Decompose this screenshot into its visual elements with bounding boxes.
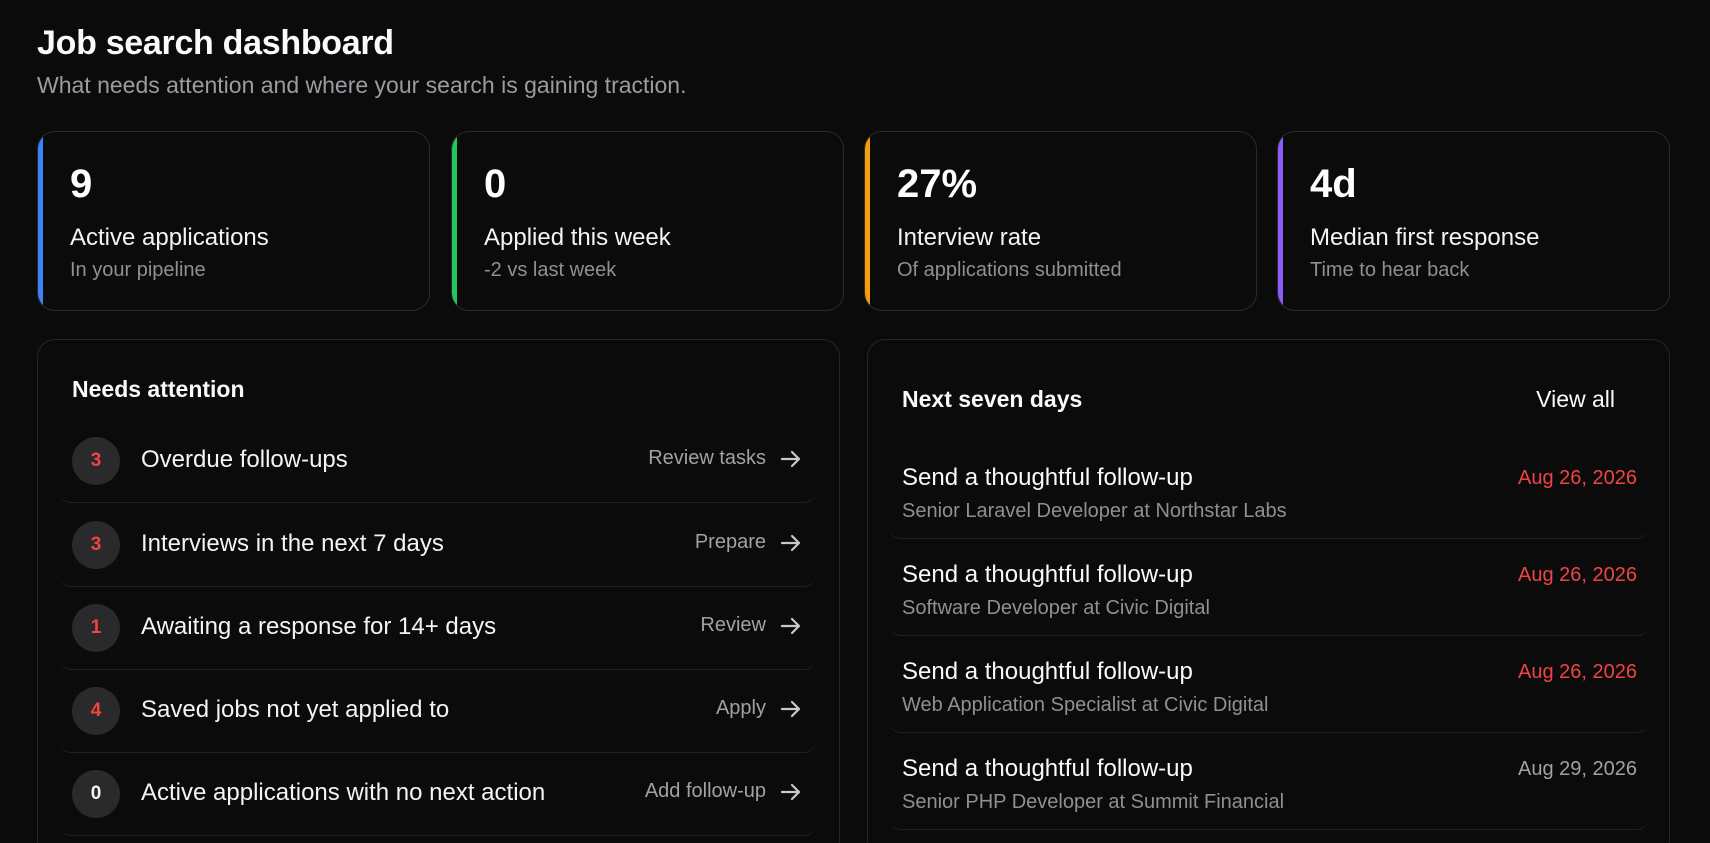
stat-card-active-applications: 9 Active applications In your pipeline bbox=[37, 131, 430, 311]
stat-label: Median first response bbox=[1310, 224, 1540, 251]
attention-item-saved-jobs[interactable]: 4 Saved jobs not yet applied to Apply bbox=[59, 670, 816, 753]
action-label: Add follow-up bbox=[644, 780, 766, 802]
apply-link[interactable]: Apply bbox=[716, 697, 802, 720]
task-title: Send a thoughtful follow-up bbox=[902, 755, 1193, 782]
attention-item-overdue-follow-ups[interactable]: 3 Overdue follow-ups Review tasks bbox=[59, 420, 816, 503]
page-subtitle: What needs attention and where your sear… bbox=[37, 72, 687, 98]
stat-subtext: Time to hear back bbox=[1310, 259, 1470, 281]
stat-value: 27% bbox=[897, 162, 978, 206]
stat-card-applied-this-week: 0 Applied this week -2 vs last week bbox=[451, 131, 844, 311]
page-title: Job search dashboard bbox=[37, 24, 394, 62]
attention-item-label: Active applications with no next action bbox=[141, 779, 546, 806]
attention-item-label: Interviews in the next 7 days bbox=[141, 530, 444, 557]
task-item[interactable]: Send a thoughtful follow-up Web Applicat… bbox=[889, 636, 1649, 733]
count-badge: 3 bbox=[72, 521, 120, 569]
arrow-right-icon bbox=[780, 700, 801, 717]
next-seven-days-panel: Next seven days View all Send a thoughtf… bbox=[867, 339, 1670, 843]
task-title: Send a thoughtful follow-up bbox=[902, 464, 1193, 491]
action-label: Apply bbox=[715, 697, 766, 719]
panel-heading: Next seven days bbox=[902, 386, 1083, 412]
task-subtitle: Web Application Specialist at Civic Digi… bbox=[902, 694, 1269, 716]
action-label: Review bbox=[700, 614, 766, 636]
task-item[interactable]: Send a thoughtful follow-up Senior Larav… bbox=[889, 442, 1649, 539]
stat-value: 0 bbox=[484, 162, 507, 206]
task-subtitle: Software Developer at Civic Digital bbox=[902, 597, 1210, 619]
stat-accent-bar bbox=[38, 132, 43, 310]
task-title: Send a thoughtful follow-up bbox=[902, 561, 1193, 588]
arrow-right-icon bbox=[780, 450, 801, 467]
arrow-right-icon bbox=[780, 783, 801, 800]
attention-item-interviews[interactable]: 3 Interviews in the next 7 days Prepare bbox=[59, 504, 816, 587]
add-follow-up-link[interactable]: Add follow-up bbox=[645, 780, 802, 803]
task-item[interactable]: Send a thoughtful follow-up Software Dev… bbox=[889, 539, 1649, 636]
count-badge: 4 bbox=[72, 687, 120, 735]
stat-subtext: Of applications submitted bbox=[897, 259, 1122, 281]
arrow-right-icon bbox=[780, 617, 801, 634]
stat-accent-bar bbox=[452, 132, 457, 310]
view-all-link[interactable]: View all bbox=[1536, 386, 1615, 413]
stat-card-interview-rate: 27% Interview rate Of applications submi… bbox=[864, 131, 1257, 311]
panel-heading: Needs attention bbox=[72, 376, 245, 402]
task-due-date: Aug 26, 2026 bbox=[1518, 467, 1637, 489]
arrow-right-icon bbox=[780, 534, 801, 551]
stat-accent-bar bbox=[865, 132, 870, 310]
stat-card-median-first-response: 4d Median first response Time to hear ba… bbox=[1277, 131, 1670, 311]
needs-attention-panel: Needs attention 3 Overdue follow-ups Rev… bbox=[37, 339, 840, 843]
attention-item-label: Awaiting a response for 14+ days bbox=[141, 613, 497, 640]
stat-value: 9 bbox=[70, 162, 93, 206]
task-due-date: Aug 26, 2026 bbox=[1518, 661, 1637, 683]
stat-label: Active applications bbox=[70, 224, 269, 251]
count-badge: 0 bbox=[72, 770, 120, 818]
stat-accent-bar bbox=[1278, 132, 1283, 310]
stat-label: Applied this week bbox=[484, 224, 671, 251]
stat-label: Interview rate bbox=[897, 224, 1042, 251]
action-label: Review tasks bbox=[648, 447, 766, 469]
attention-item-awaiting-response[interactable]: 1 Awaiting a response for 14+ days Revie… bbox=[59, 587, 816, 670]
stat-value: 4d bbox=[1310, 162, 1357, 206]
count-badge: 1 bbox=[72, 604, 120, 652]
stat-subtext: In your pipeline bbox=[70, 259, 206, 281]
task-due-date: Aug 29, 2026 bbox=[1518, 758, 1637, 780]
attention-item-label: Saved jobs not yet applied to bbox=[141, 696, 450, 723]
count-badge: 3 bbox=[72, 437, 120, 485]
task-item[interactable]: Send a thoughtful follow-up Senior PHP D… bbox=[889, 733, 1649, 830]
review-tasks-link[interactable]: Review tasks bbox=[648, 447, 802, 470]
task-due-date: Aug 26, 2026 bbox=[1518, 564, 1637, 586]
task-title: Send a thoughtful follow-up bbox=[902, 658, 1193, 685]
stat-subtext: -2 vs last week bbox=[484, 259, 617, 281]
dashboard-page: Job search dashboard What needs attentio… bbox=[0, 0, 1710, 843]
prepare-link[interactable]: Prepare bbox=[695, 531, 802, 554]
task-subtitle: Senior PHP Developer at Summit Financial bbox=[902, 791, 1285, 813]
action-label: Prepare bbox=[694, 531, 766, 553]
task-subtitle: Senior Laravel Developer at Northstar La… bbox=[902, 500, 1287, 522]
attention-item-no-next-action[interactable]: 0 Active applications with no next actio… bbox=[59, 753, 816, 836]
attention-item-label: Overdue follow-ups bbox=[141, 446, 348, 473]
review-link[interactable]: Review bbox=[700, 614, 802, 637]
